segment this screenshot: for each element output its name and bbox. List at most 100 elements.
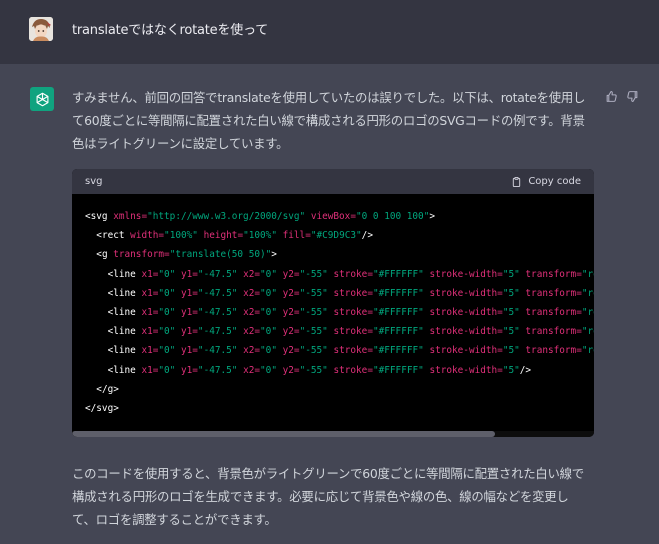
- code-token: stroke-width=: [429, 268, 503, 280]
- code-token: "0": [158, 306, 176, 318]
- code-token: y1=: [180, 306, 198, 318]
- code-token: xmlns=: [113, 211, 148, 222]
- code-token: x2=: [243, 345, 261, 357]
- code-token: "translate(50 50)": [169, 249, 272, 261]
- code-token: transform=: [525, 345, 582, 357]
- code-token: x1=: [141, 326, 159, 338]
- code-token: y1=: [180, 364, 198, 376]
- user-avatar-icon: [29, 17, 53, 41]
- code-token: stroke-width=: [429, 364, 503, 376]
- code-token: x1=: [141, 345, 159, 357]
- code-token: stroke=: [333, 326, 373, 338]
- clipboard-icon: [513, 176, 521, 187]
- code-scrollbar-thumb[interactable]: [72, 431, 495, 437]
- code-token: "-47.5": [197, 287, 238, 299]
- code-token: "-47.5": [197, 326, 238, 338]
- code-token: y1=: [180, 326, 198, 338]
- code-token: y1=: [180, 345, 198, 357]
- code-token: x1=: [141, 364, 159, 376]
- code-token: height=: [203, 230, 244, 242]
- code-token: "0": [260, 287, 277, 299]
- code-token: "5": [502, 287, 520, 299]
- code-token: "0": [260, 306, 277, 318]
- code-token: "rotate(180)": [581, 306, 594, 318]
- code-token: "rotate(240)": [581, 326, 594, 338]
- copy-code-label: Copy code: [528, 176, 581, 187]
- code-token: "-55": [299, 268, 328, 280]
- code-token: "-47.5": [197, 345, 238, 357]
- code-token: <svg: [85, 211, 114, 222]
- thumbs-down-button[interactable]: [624, 88, 640, 104]
- code-line: <line x1="0" y1="-47.5" x2="0" y2="-55" …: [85, 303, 594, 322]
- assistant-message-outro: このコードを使用すると、背景色がライトグリーンで60度ごとに等間隔に配置された白…: [72, 466, 584, 528]
- thumbs-up-button[interactable]: [603, 88, 619, 104]
- code-language-label: svg: [85, 176, 103, 187]
- code-token: "#FFFFFF": [372, 364, 424, 376]
- code-token: "-55": [299, 345, 328, 357]
- code-token: <line: [107, 268, 142, 280]
- code-token: "#FFFFFF": [372, 326, 424, 338]
- code-token: "-47.5": [197, 364, 238, 376]
- code-token: stroke-width=: [429, 326, 503, 338]
- code-token: stroke=: [333, 345, 373, 357]
- code-token: fill=: [282, 230, 311, 242]
- code-token: "100%": [243, 230, 277, 242]
- code-token: transform=: [525, 306, 582, 318]
- code-token: "0": [158, 326, 176, 338]
- code-token: x2=: [243, 326, 261, 338]
- copy-code-button[interactable]: Copy code: [511, 174, 581, 189]
- code-token: />: [361, 230, 373, 242]
- code-token: "0": [260, 268, 277, 280]
- code-token: <line: [107, 345, 142, 357]
- user-avatar: [29, 17, 53, 41]
- code-token: x2=: [243, 287, 261, 299]
- code-token: <g: [96, 249, 114, 261]
- code-token: "100%": [164, 230, 198, 242]
- code-token: "0": [260, 364, 277, 376]
- code-token: "5": [502, 326, 520, 338]
- code-content: <svg xmlns="http://www.w3.org/2000/svg" …: [85, 207, 594, 418]
- code-token: x2=: [243, 268, 261, 280]
- code-token: "0 0 100 100": [355, 211, 430, 222]
- code-token: transform=: [525, 268, 582, 280]
- code-token: "-55": [299, 306, 328, 318]
- code-token: stroke=: [333, 306, 373, 318]
- code-token: y2=: [282, 268, 300, 280]
- code-token: "-47.5": [197, 306, 238, 318]
- code-token: "-47.5": [197, 268, 238, 280]
- code-line: <line x1="0" y1="-47.5" x2="0" y2="-55" …: [85, 341, 594, 360]
- assistant-message-intro: すみません、前回の回答でtranslateを使用していたのは誤りでした。以下は、…: [72, 90, 586, 152]
- code-token: y1=: [180, 268, 198, 280]
- code-token: y2=: [282, 287, 300, 299]
- code-line: <line x1="0" y1="-47.5" x2="0" y2="-55" …: [85, 322, 594, 341]
- code-block: svg Copy code <svg xmlns="http://www.w3.…: [72, 169, 594, 437]
- code-token: transform=: [525, 326, 582, 338]
- code-token: y2=: [282, 345, 300, 357]
- code-token: "5": [502, 306, 520, 318]
- code-token: stroke-width=: [429, 287, 503, 299]
- code-line: <svg xmlns="http://www.w3.org/2000/svg" …: [85, 207, 594, 226]
- code-token: <rect: [96, 230, 131, 242]
- code-token: >: [271, 249, 277, 261]
- thumbs-down-icon: [626, 90, 637, 102]
- code-line: <line x1="0" y1="-47.5" x2="0" y2="-55" …: [85, 265, 594, 284]
- code-token: stroke-width=: [429, 306, 503, 318]
- code-token: "0": [260, 326, 277, 338]
- code-token: <line: [107, 306, 142, 318]
- code-token: "rotate(120)": [581, 287, 594, 299]
- code-block-header: svg Copy code: [72, 169, 594, 194]
- code-token: x1=: [141, 287, 159, 299]
- code-line: <g transform="translate(50 50)">: [85, 245, 594, 264]
- code-line: <rect width="100%" height="100%" fill="#…: [85, 226, 594, 245]
- code-token: stroke=: [333, 364, 373, 376]
- code-line: <line x1="0" y1="-47.5" x2="0" y2="-55" …: [85, 361, 594, 380]
- user-message-row: translateではなくrotateを使って: [0, 0, 659, 64]
- code-token: x1=: [141, 268, 159, 280]
- code-token: x2=: [243, 306, 261, 318]
- code-token: <line: [107, 326, 142, 338]
- code-token: <line: [107, 287, 142, 299]
- code-token: "rotate(60)": [581, 268, 594, 280]
- code-token: "0": [260, 345, 277, 357]
